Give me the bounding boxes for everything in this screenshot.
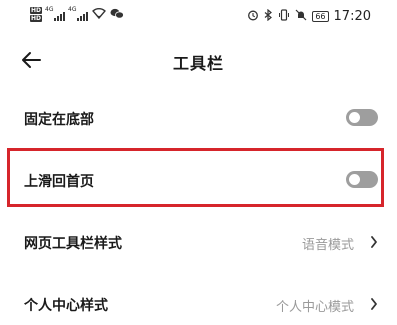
settings-screen: HD HD 4G 4G 66 17:20 工具栏 固定在底部 上滑回首页 网页工…: [0, 0, 397, 325]
page-title: 工具栏: [172, 54, 224, 73]
signal-icon-2: 4G: [68, 5, 89, 21]
chevron-right-icon: [371, 298, 377, 310]
setting-row-profile-style[interactable]: 个人中心样式 个人中心模式: [0, 285, 397, 325]
network-type-2: 4G: [68, 5, 77, 13]
chevron-right-icon: [371, 236, 377, 248]
setting-value: 个人中心模式: [275, 300, 354, 315]
hd-badge-1: HD: [30, 7, 43, 14]
alarm-icon: [247, 9, 259, 24]
wechat-icon: [110, 8, 124, 22]
wifi-icon: [92, 7, 106, 22]
hd-badge-2: HD: [30, 15, 43, 22]
network-type-1: 4G: [45, 5, 54, 13]
setting-label: 固定在底部: [24, 112, 94, 128]
highlight-frame: [7, 148, 384, 207]
setting-label: 网页工具栏样式: [24, 236, 122, 252]
setting-label: 个人中心样式: [24, 298, 108, 314]
mute-icon: [295, 9, 307, 24]
page-header: 工具栏: [0, 40, 397, 80]
status-bar-left: HD HD 4G 4G: [30, 5, 124, 22]
status-bar-right: 66 17:20: [247, 8, 371, 24]
bluetooth-icon: [264, 8, 273, 24]
toggle-knob: [349, 112, 360, 123]
signal-icon: 4G: [45, 5, 66, 21]
setting-row-fixed-bottom[interactable]: 固定在底部: [0, 99, 397, 139]
fixed-bottom-toggle[interactable]: [346, 109, 378, 126]
status-bar: HD HD 4G 4G 66 17:20: [0, 0, 397, 34]
clock: 17:20: [333, 9, 371, 24]
battery-icon: 66: [312, 11, 329, 22]
hd-indicators: HD HD: [30, 7, 43, 22]
setting-value: 语音模式: [301, 238, 354, 253]
vibrate-icon: [278, 9, 290, 24]
setting-row-web-toolbar-style[interactable]: 网页工具栏样式 语音模式: [0, 223, 397, 263]
